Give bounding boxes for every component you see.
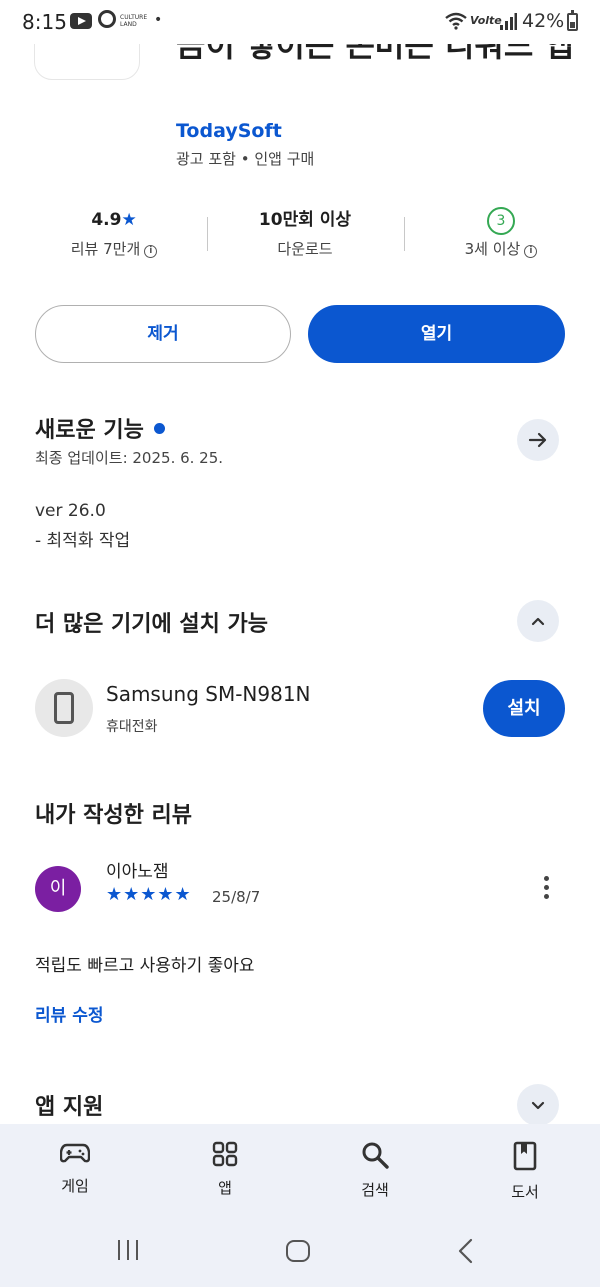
nav-label: 도서: [511, 1183, 539, 1201]
info-icon: i: [524, 245, 538, 258]
nav-label: 앱: [218, 1179, 232, 1197]
review-date: 25/8/7: [212, 888, 261, 906]
wifi-icon: [445, 12, 467, 30]
device-type: 휴대전화: [106, 719, 158, 735]
app-support-heading: 앱 지원: [35, 1095, 104, 1120]
bottom-navigation: 게임 앱 검색 도서: [0, 1124, 600, 1224]
my-review-heading: 내가 작성한 리뷰: [35, 803, 192, 828]
avatar: 이: [35, 866, 81, 912]
info-icon: i: [144, 245, 158, 258]
device-name: Samsung SM-N981N: [106, 682, 311, 706]
signal-icon: [500, 13, 517, 30]
rating-value: 4.9: [91, 210, 122, 230]
gamepad-icon: [59, 1143, 91, 1163]
reviewer-name: 이아노잼: [106, 862, 169, 882]
update-note-line: ver 26.0: [35, 501, 106, 521]
status-bar: 8:15 CULTURE LAND • Volte 42%: [0, 0, 600, 44]
downloads-label: 다운로드: [277, 240, 333, 258]
book-icon: [513, 1141, 537, 1171]
update-notes: ver 26.0 - 최적화 작업: [35, 496, 130, 556]
age-rating-stat[interactable]: 3 3세 이상 i: [401, 205, 600, 259]
open-button[interactable]: 열기: [308, 305, 565, 363]
status-time: 8:15: [22, 10, 67, 34]
app-meta: 광고 포함 • 인앱 구매: [176, 150, 315, 168]
recent-apps-icon[interactable]: [115, 1239, 141, 1261]
new-indicator-dot: [153, 423, 165, 434]
phone-device-icon: [35, 679, 93, 737]
update-note-line: - 최적화 작업: [35, 531, 131, 551]
apps-grid-icon: [212, 1141, 238, 1167]
downloads-value: 10만회 이상: [258, 210, 352, 230]
age-rating-badge: 3: [487, 207, 515, 235]
battery-icon: [567, 10, 578, 31]
nav-label: 검색: [361, 1181, 389, 1199]
star-icon: ★: [121, 210, 137, 230]
nav-games[interactable]: 게임: [0, 1124, 150, 1196]
developer-link[interactable]: TodaySoft: [176, 120, 282, 142]
nav-apps[interactable]: 앱: [150, 1124, 300, 1198]
system-navigation-bar: [0, 1224, 600, 1287]
downloads-stat: 10만회 이상 다운로드: [205, 205, 405, 259]
rating-stat[interactable]: 4.9★ 리뷰 7만개 i: [14, 205, 214, 259]
app-notification-icon: [98, 10, 116, 28]
nav-label: 게임: [61, 1177, 89, 1195]
back-icon[interactable]: [456, 1238, 476, 1264]
reviews-count: 리뷰 7만개: [70, 240, 141, 258]
chevron-up-icon[interactable]: [517, 600, 559, 642]
uninstall-button[interactable]: 제거: [35, 305, 291, 363]
whats-new-heading[interactable]: 새로운 기능: [35, 412, 165, 444]
install-button[interactable]: 설치: [483, 680, 565, 737]
arrow-right-icon[interactable]: [517, 419, 559, 461]
more-devices-heading: 더 많은 기기에 설치 가능: [35, 612, 269, 637]
edit-review-link[interactable]: 리뷰 수정: [35, 1001, 103, 1026]
review-stars: ★★★★★: [106, 884, 192, 905]
nav-search[interactable]: 검색: [300, 1124, 450, 1200]
chevron-down-icon[interactable]: [517, 1084, 559, 1126]
youtube-notification-icon: [70, 13, 92, 29]
stats-row: 4.9★ 리뷰 7만개 i 10만회 이상 다운로드 3 3세 이상 i: [0, 205, 600, 275]
volte-icon: Volte: [470, 14, 502, 27]
review-text: 적립도 빠르고 사용하기 좋아요: [35, 956, 255, 976]
search-icon: [362, 1142, 389, 1169]
more-notifications-dot: •: [154, 12, 163, 28]
age-rating-label: 3세 이상: [464, 240, 521, 258]
last-updated: 최종 업데이트: 2025. 6. 25.: [35, 449, 224, 467]
more-options-icon[interactable]: [536, 876, 556, 906]
battery-percent: 42%: [522, 10, 565, 32]
nav-books[interactable]: 도서: [450, 1124, 600, 1202]
home-icon[interactable]: [285, 1239, 311, 1263]
whats-new-title: 새로운 기능: [35, 418, 144, 443]
culture-land-notification-icon: CULTURE LAND: [120, 14, 148, 28]
